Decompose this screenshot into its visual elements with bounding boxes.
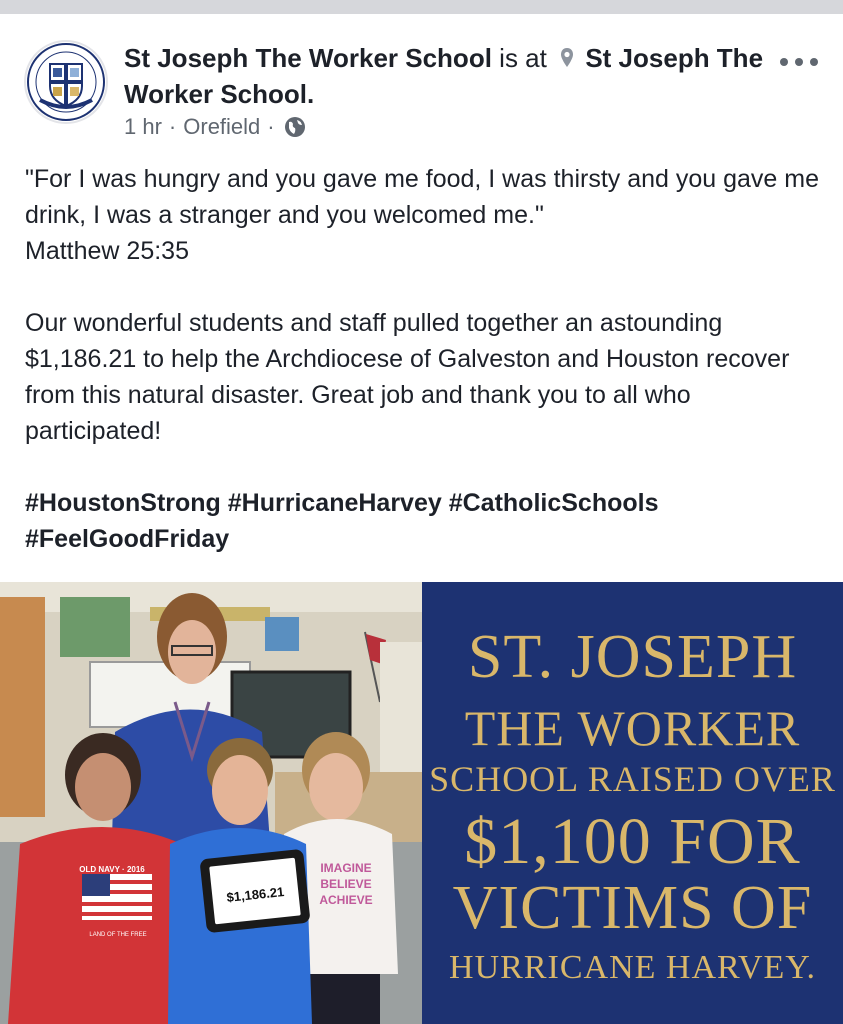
classroom-illustration: $1,186.21 OLD NAVY · 2016 LAND OF THE FR… [0,582,422,1024]
shirt-word-3: ACHIEVE [319,893,372,907]
map-pin-icon [561,48,574,67]
page-avatar[interactable] [24,40,108,124]
more-options-icon[interactable] [779,56,819,68]
post-paragraph: Our wonderful students and staff pulled … [25,309,790,445]
top-divider-strip [0,0,843,14]
graphic-line-1: ST. JOSEPH [467,623,798,691]
classroom-photo: $1,186.21 OLD NAVY · 2016 LAND OF THE FR… [0,582,422,1024]
globe-icon[interactable] [284,116,306,138]
post-photo[interactable]: $1,186.21 OLD NAVY · 2016 LAND OF THE FR… [0,582,843,1024]
graphic-line-3: SCHOOL RAISED OVER [429,759,836,799]
shirt-word-2: BELIEVE [320,877,371,891]
shirt-text-bottom: LAND OF THE FREE [89,932,146,938]
meta-separator: · [168,114,177,139]
post-text: "For I was hungry and you gave me food, … [25,161,825,557]
checkin-text: is at [499,43,547,73]
graphic-line-4: $1,100 FOR [464,805,801,878]
tablet-device: $1,186.21 [200,849,310,933]
scripture-citation: Matthew 25:35 [25,237,189,265]
post-meta: 1 hr · Orefield · [124,112,306,142]
graphic-line-5: VICTIMS OF [452,874,813,942]
school-crest-icon [27,43,105,121]
hashtag-links[interactable]: #HoustonStrong #HurricaneHarvey #Catholi… [25,485,825,557]
meta-separator: · [267,114,275,139]
post-place[interactable]: Orefield [183,112,260,142]
graphic-line-6: HURRICANE HARVEY. [449,949,816,986]
page-name-link[interactable]: St Joseph The Worker School [124,43,492,73]
shirt-text-top: OLD NAVY · 2016 [79,865,145,874]
scripture-quote: "For I was hungry and you gave me food, … [25,165,820,229]
graphic-line-2: THE WORKER [464,700,801,756]
post-timestamp[interactable]: 1 hr [124,112,162,142]
shirt-word-1: IMAGINE [320,861,371,875]
post-header: St Joseph The Worker School is at St Jos… [124,40,764,112]
fundraiser-graphic: ST. JOSEPH THE WORKER SCHOOL RAISED OVER… [422,582,843,1024]
